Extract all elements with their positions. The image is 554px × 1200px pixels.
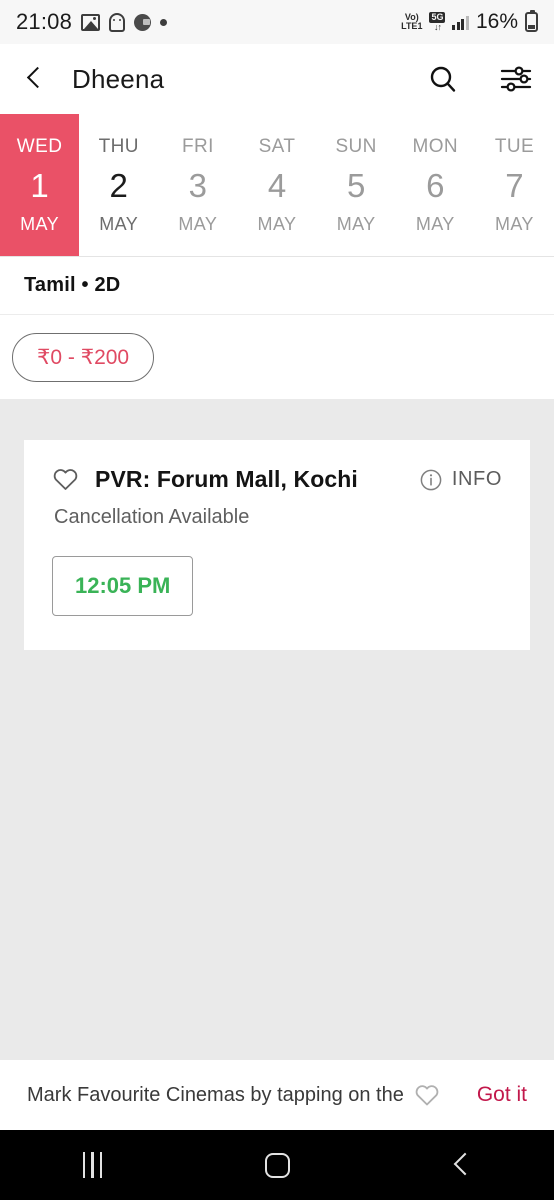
date-day: 2 [109,166,128,204]
back-chevron-icon[interactable] [22,66,48,92]
date-cell-sat-4[interactable]: SAT 4 MAY [237,114,317,256]
date-day: 3 [188,166,208,204]
showtime-list: 12:05 PM [52,556,502,616]
language-format-label: Tamil • 2D [24,274,121,296]
cinema-subtitle: Cancellation Available [54,506,250,528]
date-day: 1 [30,166,49,204]
date-dow: WED [16,135,63,157]
filter-chip-row[interactable]: ₹0 - ₹200 [0,315,554,399]
dark-circle-icon [134,13,152,31]
dot-icon [160,18,168,26]
date-day: 7 [505,166,524,204]
date-cell-thu-2[interactable]: THU 2 MAY [79,114,159,256]
photo-icon [81,13,101,31]
cinema-card: PVR: Forum Mall, Kochi INFO Cancellation A… [24,440,530,650]
date-cell-fri-3[interactable]: FRI 3 MAY [158,114,238,256]
cinema-info-label: INFO [451,468,502,490]
date-day: 6 [426,166,445,204]
date-dow: FRI [181,135,214,157]
date-dow: THU [98,135,139,157]
heart-outline-icon[interactable] [52,467,79,492]
status-bar-left: 21:08 [16,9,168,35]
app-bar-actions [428,64,532,94]
favourite-hint-banner: Mark Favourite Cinemas by tapping on the… [0,1060,554,1130]
date-month: MAY [415,213,455,234]
app-bar: Dheena [0,44,554,114]
date-month: MAY [336,213,376,234]
battery-percent-label: 16% [475,10,518,33]
got-it-button[interactable]: Got it [477,1083,527,1107]
status-bar-right: Vo) LTE1 5G ↓↑ 16% [401,10,538,34]
cinema-info-button[interactable]: INFO [419,468,502,492]
cinema-list: PVR: Forum Mall, Kochi INFO Cancellation A… [0,399,554,1060]
network-5g-icon: 5G ↓↑ [429,12,446,32]
date-strip[interactable]: WED 1 MAY THU 2 MAY FRI 3 MAY SAT 4 MAY SUN 5 MAY MON 6 M… [0,114,554,257]
search-icon[interactable] [428,64,458,94]
date-day: 5 [346,166,366,204]
signal-bars-icon [452,15,469,30]
date-month: MAY [20,213,59,234]
date-cell-wed-1[interactable]: WED 1 MAY [0,114,80,256]
home-icon[interactable] [185,1152,370,1178]
cinema-card-header: PVR: Forum Mall, Kochi INFO [52,466,502,493]
date-dow: TUE [494,135,535,157]
phone-screen: 21:08 Vo) LTE1 5G ↓↑ 16% Dheena WED 1 MA… [0,0,554,1200]
date-cell-sun-5[interactable]: SUN 5 MAY [316,114,396,256]
favourite-hint-text-wrap: Mark Favourite Cinemas by tapping on the [27,1083,440,1107]
status-bar-clock: 21:08 [16,9,73,34]
volte-icon: Vo) LTE1 [401,13,422,31]
date-month: MAY [99,213,139,234]
data-arrows-label: ↓↑ [433,22,442,32]
recents-icon[interactable] [0,1152,185,1178]
ghost-icon [109,12,126,32]
favourite-hint-label: Mark Favourite Cinemas by tapping on the [27,1083,404,1106]
android-nav-bar [0,1130,554,1200]
battery-icon [525,10,538,32]
date-day: 4 [267,166,287,204]
showtime-button[interactable]: 12:05 PM [52,556,194,616]
volte-line-2: LTE1 [401,21,423,31]
cinema-name: PVR: Forum Mall, Kochi [95,466,358,492]
filter-sliders-icon[interactable] [500,64,532,94]
price-filter-chip[interactable]: ₹0 - ₹200 [12,332,155,382]
info-circle-icon [420,469,442,490]
date-cell-tue-7[interactable]: TUE 7 MAY [474,114,554,256]
date-dow: MON [412,135,459,157]
date-dow: SAT [258,135,296,157]
date-month: MAY [178,213,218,234]
date-month: MAY [257,213,297,234]
back-icon[interactable] [369,1153,554,1177]
status-bar: 21:08 Vo) LTE1 5G ↓↑ 16% [0,0,554,44]
heart-outline-icon [415,1085,439,1106]
date-dow: SUN [335,135,377,157]
date-cell-mon-6[interactable]: MON 6 MAY [395,114,475,256]
date-month: MAY [494,213,534,234]
page-title: Dheena [72,63,165,94]
language-format-row[interactable]: Tamil • 2D [0,257,554,315]
